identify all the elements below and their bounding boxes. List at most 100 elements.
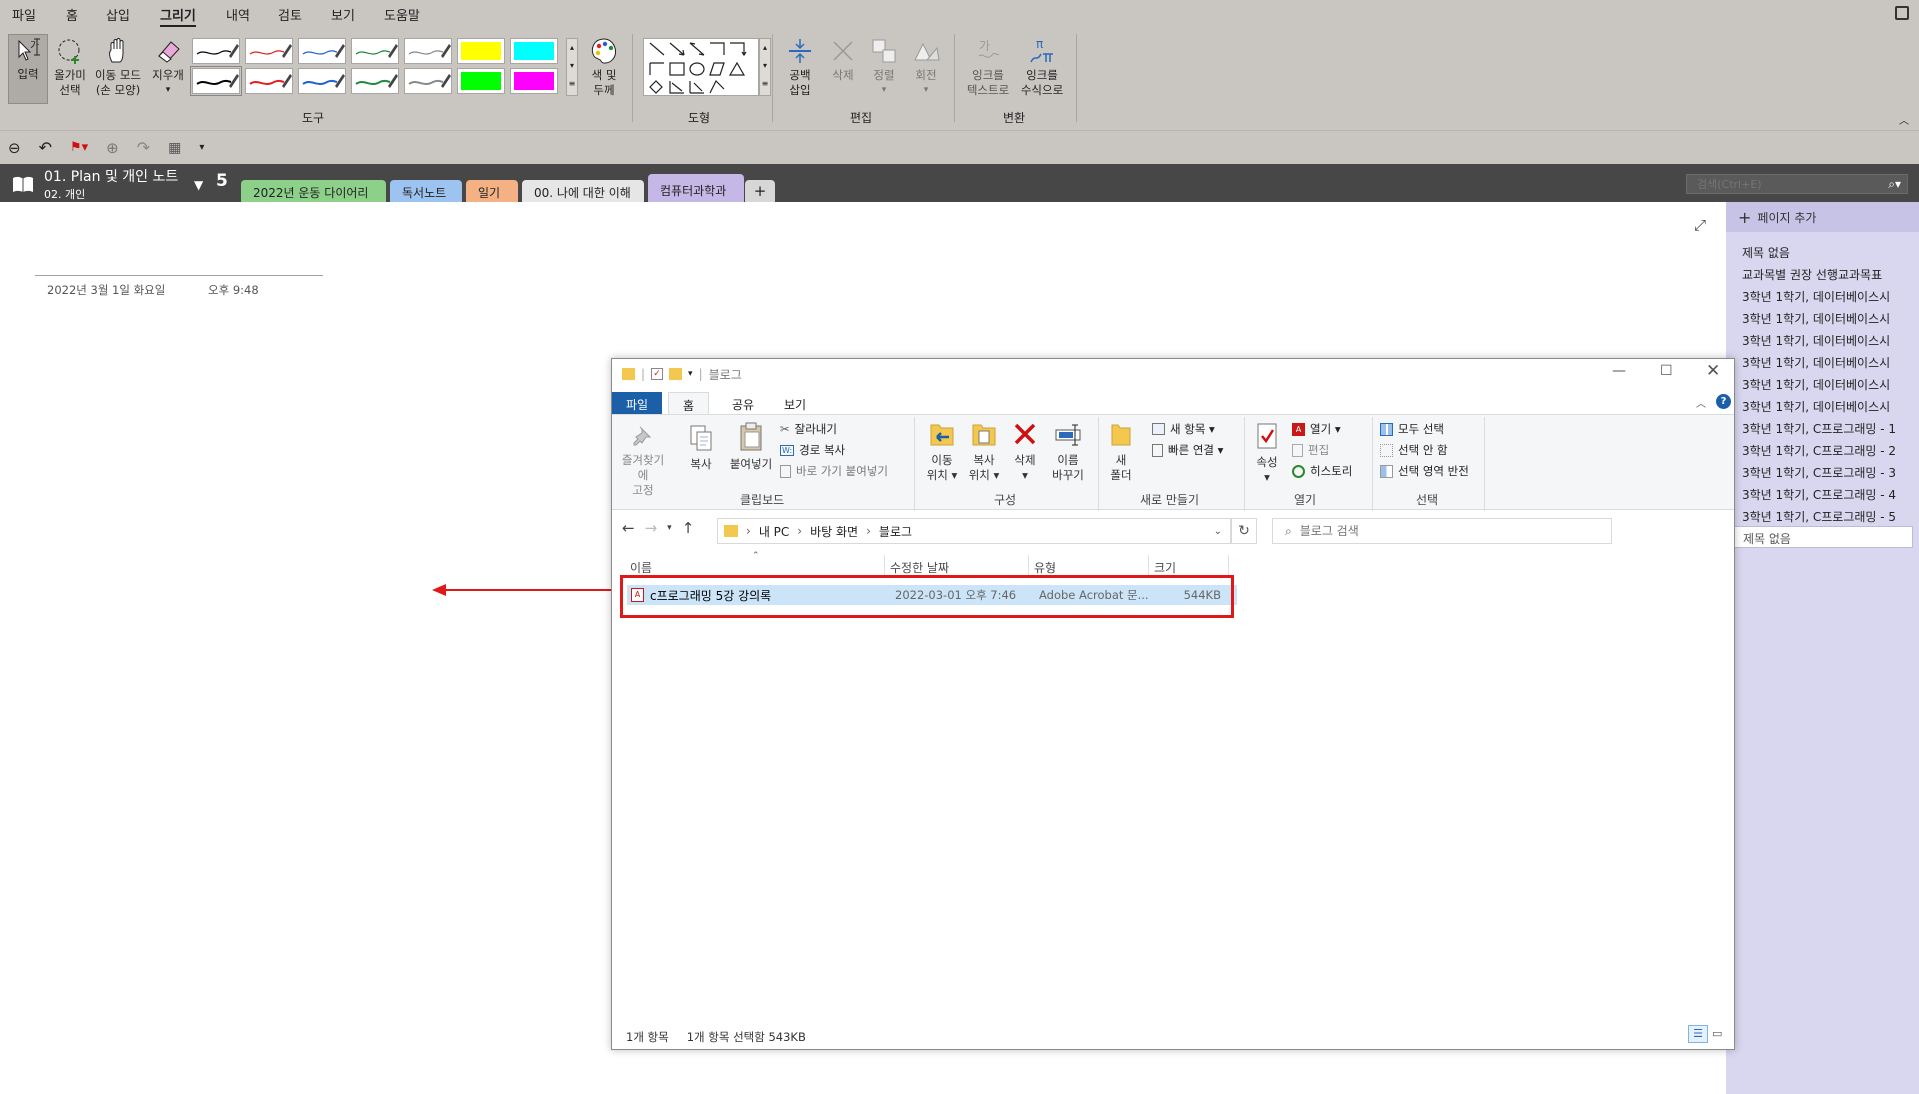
page-list-selected-item[interactable]: 제목 없음 xyxy=(1732,526,1913,548)
redo-icon[interactable]: ↷ xyxy=(137,138,150,157)
menu-home[interactable]: 홈 xyxy=(66,5,78,24)
page-list-item[interactable]: 3학년 1학기, 데이터베이스시 xyxy=(1726,328,1919,350)
page-list-item[interactable]: 3학년 1학기, C프로그래밍 - 2 xyxy=(1726,438,1919,460)
section-tab[interactable]: 일기 xyxy=(466,180,518,202)
pen-swatch[interactable] xyxy=(457,68,505,94)
pen-swatch[interactable] xyxy=(510,38,558,64)
pen-swatch[interactable] xyxy=(192,38,240,64)
page-list-item[interactable]: 3학년 1학기, 데이터베이스시 xyxy=(1726,284,1919,306)
input-button[interactable]: 가 입력 xyxy=(8,34,48,104)
page-list-item[interactable]: 3학년 1학기, 데이터베이스시 xyxy=(1726,372,1919,394)
refresh-button[interactable]: ↻ xyxy=(1231,518,1257,544)
eraser-button[interactable]: 지우개 ▾ xyxy=(148,36,188,98)
column-header-date[interactable]: 수정한 날짜 xyxy=(890,559,949,576)
page-list-item[interactable]: 3학년 1학기, C프로그래밍 - 3 xyxy=(1726,460,1919,482)
menu-help[interactable]: 도움말 xyxy=(384,5,420,24)
page-list-item[interactable]: 제목 없음 xyxy=(1726,240,1919,262)
collapse-ribbon-icon[interactable]: ︿ xyxy=(1899,112,1909,127)
add-section-button[interactable]: + xyxy=(745,180,775,202)
ribbon-minimize-icon[interactable]: ︿ xyxy=(1696,395,1706,410)
menu-view[interactable]: 보기 xyxy=(331,5,355,24)
close-button[interactable]: ✕ xyxy=(1706,361,1720,381)
insert-space-button[interactable]: 공백 삽입 xyxy=(782,36,818,98)
undo-icon[interactable]: ↶ xyxy=(39,138,52,157)
open-button[interactable]: A 열기 ▾ xyxy=(1292,421,1341,437)
notebook-dropdown-icon[interactable]: ▼ xyxy=(194,178,203,192)
dock-icon[interactable]: ▦ xyxy=(168,140,181,156)
section-tab[interactable]: 2022년 운동 다이어리 xyxy=(241,180,386,202)
delete-ink-button[interactable]: 삭제 xyxy=(826,36,860,83)
paste-button[interactable]: 붙여넣기 xyxy=(726,421,776,472)
tab-home[interactable]: 홈 xyxy=(668,392,710,414)
delete-button[interactable]: 삭제 ▾ xyxy=(1010,419,1040,483)
select-none-button[interactable]: 선택 안 함 xyxy=(1380,442,1448,458)
up-arrow-icon[interactable]: ↑ xyxy=(682,519,695,537)
menu-draw[interactable]: 그리기 xyxy=(160,5,196,27)
pan-mode-button[interactable]: 이동 모드 (손 모양) xyxy=(92,36,144,98)
column-header-type[interactable]: 유형 xyxy=(1034,559,1056,576)
tab-file[interactable]: 파일 xyxy=(612,392,663,414)
address-dropdown-icon[interactable]: ⌄ xyxy=(1214,526,1230,537)
page-list-item[interactable]: 3학년 1학기, C프로그래밍 - 4 xyxy=(1726,482,1919,504)
section-tab[interactable]: 독서노트 xyxy=(390,180,462,202)
page-list-item[interactable]: 3학년 1학기, 데이터베이스시 xyxy=(1726,306,1919,328)
back-icon[interactable]: ⊖ xyxy=(8,139,21,157)
tag-flag-icon[interactable]: ⚑▾ xyxy=(70,140,88,155)
help-icon[interactable]: ? xyxy=(1716,394,1731,409)
invert-selection-button[interactable]: 선택 영역 반전 xyxy=(1380,463,1469,479)
section-tab[interactable]: 컴퓨터과학과 xyxy=(648,174,744,202)
page-list-item[interactable]: 3학년 1학기, 데이터베이스시 xyxy=(1726,394,1919,416)
menu-review[interactable]: 검토 xyxy=(278,5,302,24)
move-to-button[interactable]: 이동 위치 ▾ xyxy=(922,419,962,483)
pen-swatch[interactable] xyxy=(510,68,558,94)
large-icons-view-icon[interactable]: ▭ xyxy=(1712,1027,1722,1040)
column-header-name[interactable]: 이름 xyxy=(630,559,652,576)
lasso-select-button[interactable]: 올가미 선택 xyxy=(50,36,90,98)
address-bar[interactable]: › 내 PC › 바탕 화면 › 블로그 ⌄ xyxy=(717,518,1231,544)
rotate-button[interactable]: 회전 ▾ xyxy=(908,36,944,98)
paste-shortcut-button[interactable]: 바로 가기 붙여넣기 xyxy=(780,463,888,479)
pen-swatch[interactable] xyxy=(298,68,346,94)
forward-arrow-icon[interactable]: → xyxy=(645,519,658,537)
maximize-button[interactable]: ☐ xyxy=(1660,363,1673,379)
tab-share[interactable]: 공유 xyxy=(718,392,768,414)
color-thickness-button[interactable]: 색 및 두께 xyxy=(586,36,622,98)
copy-path-button[interactable]: W: 경로 복사 xyxy=(780,442,845,458)
easy-access-button[interactable]: 빠른 연결 ▾ xyxy=(1152,442,1223,458)
notebook-search-input[interactable] xyxy=(1687,177,1889,191)
explorer-search-input[interactable] xyxy=(1299,524,1600,538)
new-folder-icon[interactable] xyxy=(669,368,683,380)
menu-file[interactable]: 파일 xyxy=(12,5,36,24)
properties-check-icon[interactable]: ✓ xyxy=(651,368,664,380)
ink-to-math-button[interactable]: π 잉크를 수식으로 xyxy=(1016,36,1068,98)
forward-icon[interactable]: ⊕ xyxy=(106,139,119,157)
pen-swatch[interactable] xyxy=(457,38,505,64)
history-button[interactable]: 히스토리 xyxy=(1292,463,1352,479)
new-item-button[interactable]: 새 항목 ▾ xyxy=(1152,421,1215,437)
eraser-dropdown-icon[interactable]: ▾ xyxy=(148,83,188,98)
pen-swatch[interactable] xyxy=(404,38,452,64)
pen-gallery-scroll[interactable]: ▴ ▾ ≡ xyxy=(566,38,578,96)
copy-to-button[interactable]: 복사 위치 ▾ xyxy=(964,419,1004,483)
recent-locations-icon[interactable]: ▾ xyxy=(667,523,672,533)
edit-button[interactable]: 편집 xyxy=(1292,442,1329,458)
pen-swatch[interactable] xyxy=(245,38,293,64)
copy-button[interactable]: 복사 xyxy=(686,423,716,472)
pen-swatch[interactable] xyxy=(404,68,452,94)
notebook-selector[interactable]: 01. Plan 및 개인 노트 02. 개인 xyxy=(44,166,178,202)
explorer-search[interactable]: ⌕ xyxy=(1272,518,1612,544)
expand-icon[interactable]: ⤢ xyxy=(1694,216,1706,234)
arrange-button[interactable]: 정렬 ▾ xyxy=(866,36,902,98)
search-icon[interactable]: ⌕▾ xyxy=(1888,177,1907,192)
page-list-item[interactable]: 교과목별 권장 선행교과목표 xyxy=(1726,262,1919,284)
shapes-gallery-scroll[interactable]: ▴ ▾ ≡ xyxy=(759,38,771,96)
details-view-icon[interactable]: ☰ xyxy=(1688,1025,1708,1043)
qat-dropdown-icon[interactable]: ▾ xyxy=(688,369,693,379)
pen-swatch[interactable] xyxy=(245,68,293,94)
shapes-gallery[interactable] xyxy=(643,38,759,96)
breadcrumb-this-pc[interactable]: 내 PC xyxy=(759,523,789,540)
pen-swatch[interactable] xyxy=(298,38,346,64)
breadcrumb-blog[interactable]: 블로그 xyxy=(879,523,912,540)
cut-button[interactable]: ✂ 잘라내기 xyxy=(780,421,837,437)
ink-to-text-button[interactable]: 가 잉크를 텍스트로 xyxy=(962,36,1014,98)
